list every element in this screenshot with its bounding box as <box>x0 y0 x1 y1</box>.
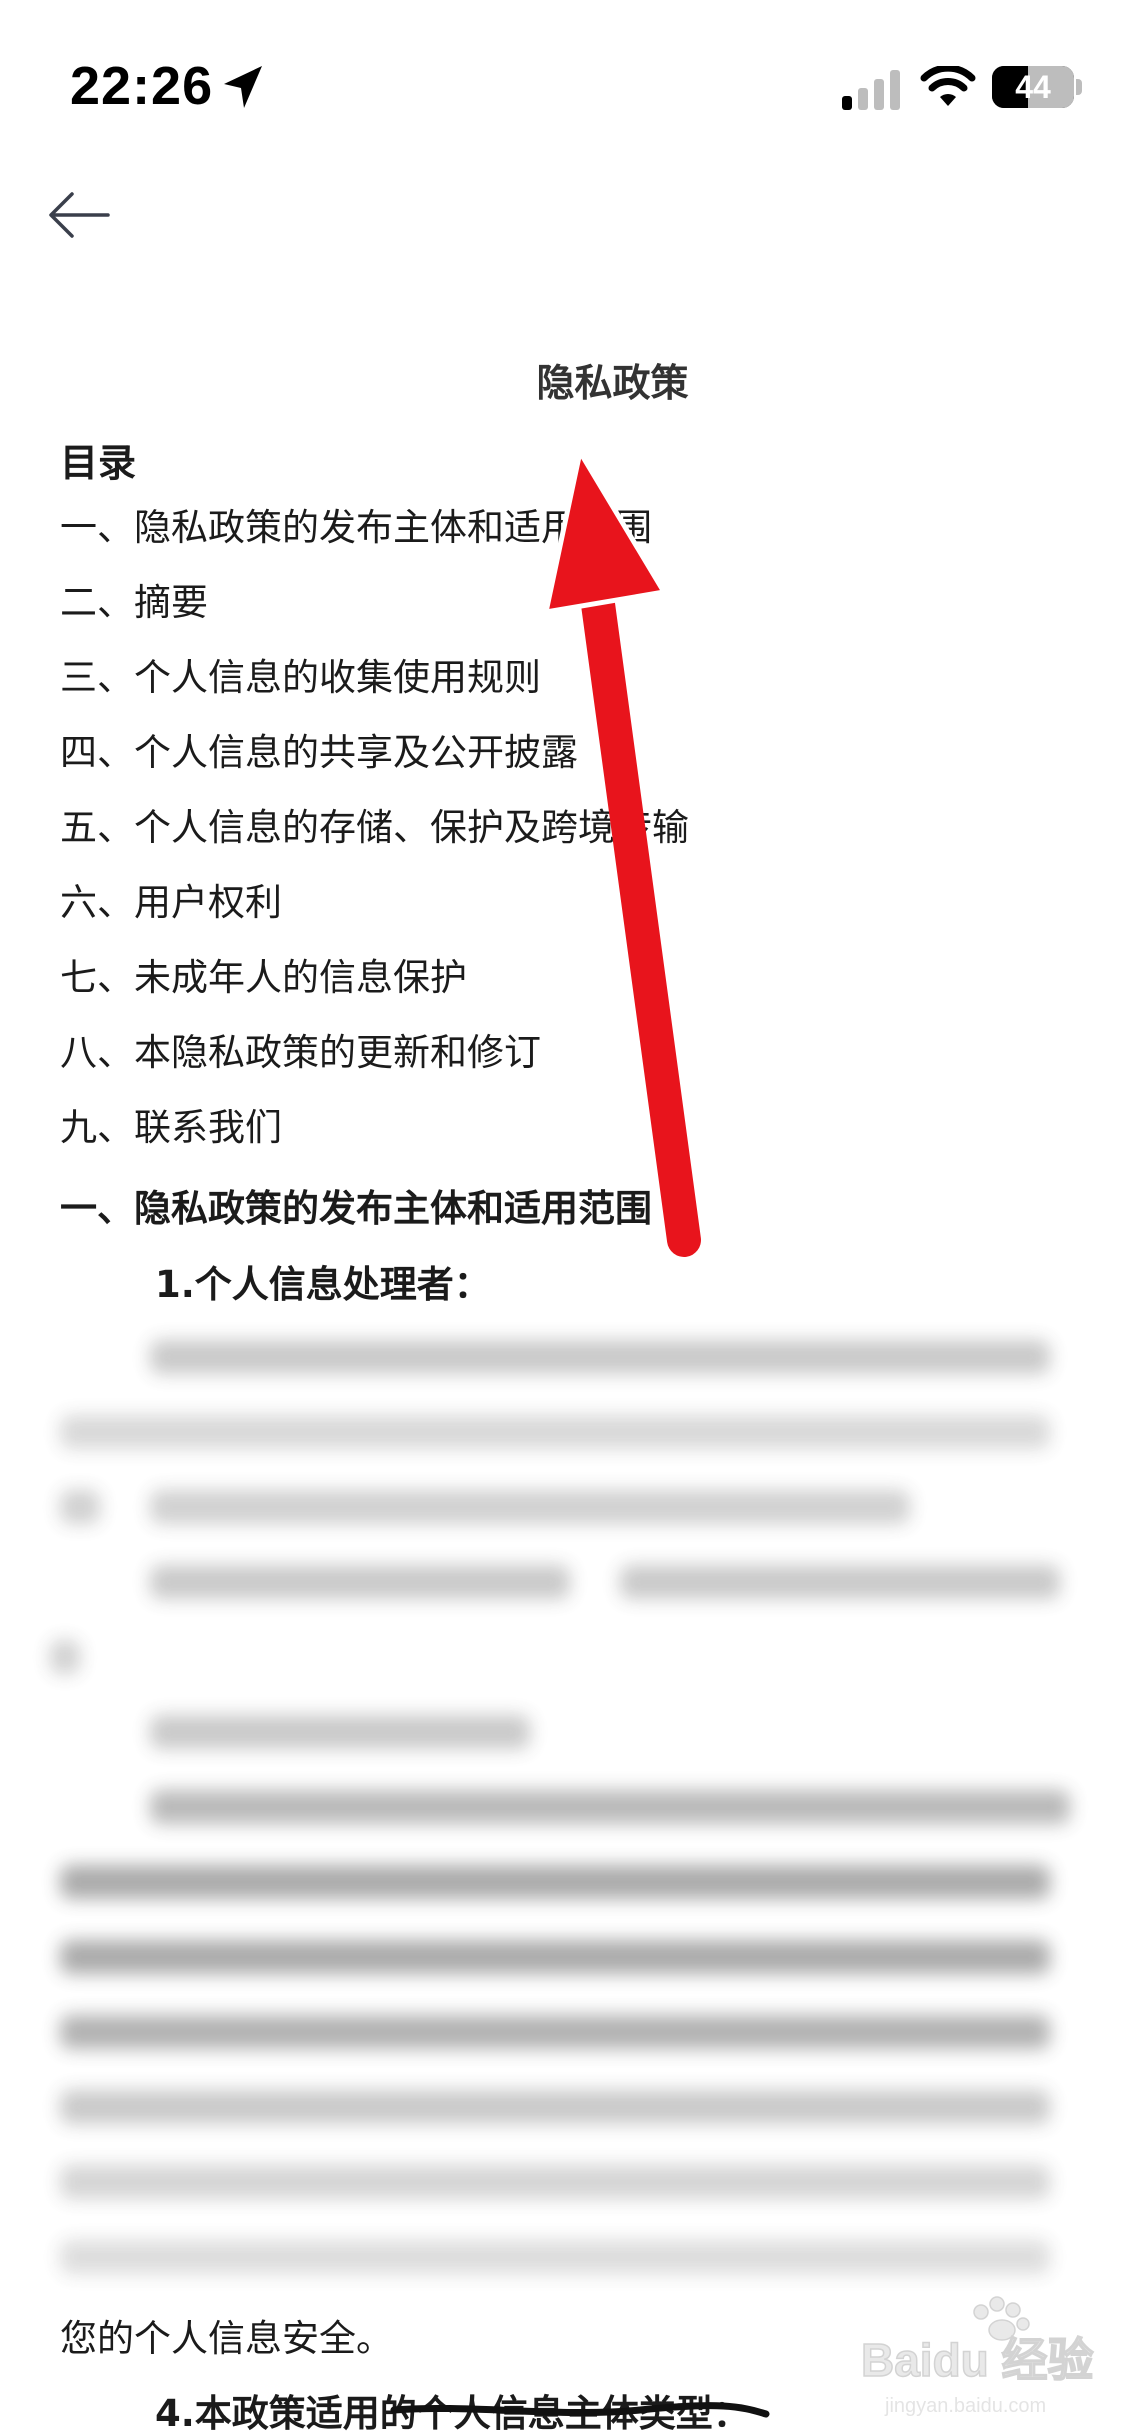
toc-heading: 目录 <box>60 441 137 485</box>
table-of-contents: 一、隐私政策的发布主体和适用范围 二、摘要 三、个人信息的收集使用规则 四、个人… <box>60 500 689 1175</box>
toc-item-minors[interactable]: 七、未成年人的信息保护 <box>60 950 689 1025</box>
blurred-line <box>50 1640 80 1674</box>
blurred-line <box>60 1865 1050 1899</box>
toc-item-storage-protection[interactable]: 五、个人信息的存储、保护及跨境传输 <box>60 800 689 875</box>
paragraph-tail: 您的个人信息安全。 <box>60 2317 393 2360</box>
toc-item-collection-rules[interactable]: 三、个人信息的收集使用规则 <box>60 650 689 725</box>
document-title: 隐私政策 <box>536 361 689 405</box>
status-bar: 22:26 44 <box>0 0 1125 150</box>
blurred-line <box>620 1565 1060 1599</box>
status-time: 22:26 <box>70 56 214 116</box>
blurred-line <box>60 1940 1050 1974</box>
watermark-site: jingyan.baidu.com <box>884 2395 1046 2417</box>
blurred-line <box>60 2090 1050 2124</box>
battery-level-text: 44 <box>1015 69 1051 105</box>
toc-item-updates[interactable]: 八、本隐私政策的更新和修订 <box>60 1025 689 1100</box>
blurred-line <box>60 2240 1050 2274</box>
wifi-icon <box>920 66 976 106</box>
blurred-line <box>60 1415 1050 1449</box>
subsection-4-heading: 4.本政策适用的个人信息主体类型： <box>155 2392 750 2435</box>
cellular-signal-icon <box>842 70 900 110</box>
blurred-line <box>150 1790 1070 1824</box>
blurred-content <box>40 1330 1090 2300</box>
battery-indicator: 44 <box>992 66 1074 108</box>
baidu-jingyan-watermark: Baidu 经验 jingyan.baidu.com <box>860 2296 1094 2417</box>
arrow-left-icon <box>49 192 110 238</box>
toc-item-summary[interactable]: 二、摘要 <box>60 575 689 650</box>
blurred-line <box>150 1490 910 1524</box>
blurred-line <box>150 1340 1050 1374</box>
back-button[interactable] <box>40 175 120 255</box>
screen: 22:26 44 隐私政策 目录 一、隐私政策的发布主体和适用范围 二、摘要 三… <box>0 0 1125 2436</box>
blurred-line <box>150 1565 570 1599</box>
toc-item-publisher-scope[interactable]: 一、隐私政策的发布主体和适用范围 <box>60 500 689 575</box>
blurred-line <box>60 2165 1050 2199</box>
watermark-brand: Baidu 经验 <box>861 2334 1094 2386</box>
subsection-1-heading: 1.个人信息处理者： <box>155 1263 491 1306</box>
toc-item-contact[interactable]: 九、联系我们 <box>60 1100 689 1175</box>
battery-cap <box>1076 79 1082 95</box>
toc-item-sharing-disclosure[interactable]: 四、个人信息的共享及公开披露 <box>60 725 689 800</box>
blurred-line <box>60 1490 100 1524</box>
blurred-line <box>150 1715 530 1749</box>
toc-item-user-rights[interactable]: 六、用户权利 <box>60 875 689 950</box>
section-1-heading: 一、隐私政策的发布主体和适用范围 <box>60 1187 652 1230</box>
location-arrow-icon <box>224 66 262 108</box>
blurred-line <box>60 2015 1050 2049</box>
